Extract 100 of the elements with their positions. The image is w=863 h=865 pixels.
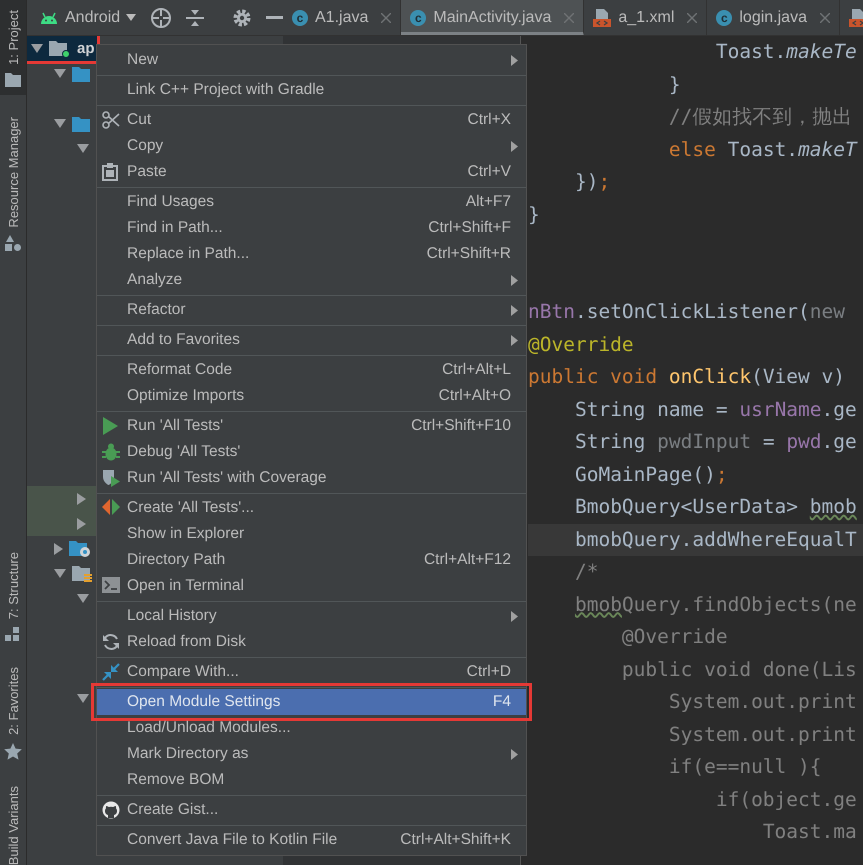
menu-item[interactable]: Run 'All Tests' with Coverage: [97, 465, 526, 491]
code-line: /*: [574, 559, 600, 585]
menu-item[interactable]: Load/Unload Modules...: [97, 715, 526, 741]
menu-item[interactable]: Optimize Imports Ctrl+Alt+O: [97, 383, 526, 409]
code-line: }: [528, 202, 541, 228]
menu-item[interactable]: Reload from Disk: [97, 629, 526, 655]
structure-icon: [5, 626, 21, 641]
minimize-icon[interactable]: [266, 16, 284, 19]
menu-item[interactable]: Cut Ctrl+X: [97, 107, 526, 133]
menu-item[interactable]: Show in Explorer: [97, 521, 526, 547]
bug-icon: [102, 443, 120, 461]
tree-row[interactable]: [27, 511, 97, 536]
tool-window-button[interactable]: 1: Project: [0, 0, 26, 95]
cat-logo-icon: [102, 801, 120, 819]
class-icon: c: [292, 10, 308, 26]
shortcut-label: Ctrl+Alt+Shift+K: [400, 831, 511, 849]
menu-item[interactable]: Open Module Settings F4: [97, 689, 526, 715]
editor-tab[interactable]: a_1.xml: [584, 0, 708, 35]
xml-file-icon: [593, 9, 612, 27]
clipboard-icon: [102, 163, 118, 181]
menu-item[interactable]: Find Usages Alt+F7: [97, 189, 526, 215]
menu-item[interactable]: Remove BOM: [97, 767, 526, 793]
editor-tab[interactable]: c MainActivity.java: [401, 0, 584, 35]
compare-arrows-icon: [102, 663, 120, 681]
menu-item[interactable]: Create 'All Tests'...: [97, 495, 526, 521]
code-line: Toast.makeTe: [714, 39, 858, 65]
folder-gear-icon: [69, 540, 91, 558]
caret-icon: [126, 14, 136, 21]
shortcut-label: F4: [492, 693, 511, 711]
shortcut-label: Ctrl+Shift+F: [428, 219, 511, 237]
close-icon[interactable]: [687, 13, 698, 23]
expand-arrow-icon[interactable]: [54, 119, 66, 128]
crosshair-icon[interactable]: [150, 6, 172, 28]
menu-item[interactable]: Add to Favorites: [97, 327, 526, 353]
view-dropdown[interactable]: Android: [39, 8, 136, 26]
menu-item[interactable]: Replace in Path... Ctrl+Shift+R: [97, 241, 526, 267]
code-line: public void onClick(View v): [528, 364, 846, 390]
menu-item[interactable]: Directory Path Ctrl+Alt+F12: [97, 547, 526, 573]
close-icon[interactable]: [381, 13, 392, 23]
menu-item[interactable]: Reformat Code Ctrl+Alt+L: [97, 357, 526, 383]
editor-tab[interactable]: c login.java: [707, 0, 840, 35]
code-line: bmobQuery.findObjects(ne: [574, 592, 858, 618]
expand-arrow-icon[interactable]: [77, 492, 86, 504]
star-icon: [4, 742, 22, 760]
expand-arrow-icon[interactable]: [31, 44, 43, 53]
android-icon: [39, 10, 59, 24]
expand-arrow-icon[interactable]: [77, 144, 89, 153]
tool-window-button[interactable]: Resource Manager: [0, 106, 26, 260]
code-line: BmobQuery<UserData> bmob: [574, 494, 858, 520]
menu-item[interactable]: Analyze: [97, 267, 526, 293]
menu-item[interactable]: Open in Terminal: [97, 573, 526, 599]
shortcut-label: Ctrl+D: [466, 663, 511, 681]
reload-icon: [102, 633, 120, 651]
close-icon[interactable]: [820, 13, 830, 23]
tree-row[interactable]: ap: [27, 36, 97, 61]
expand-arrow-icon[interactable]: [77, 694, 89, 703]
expand-arrow-icon[interactable]: [77, 518, 86, 530]
shortcut-label: Ctrl+Shift+R: [426, 245, 511, 263]
menu-item[interactable]: Compare With... Ctrl+D: [97, 659, 526, 685]
tree-row[interactable]: [27, 486, 97, 511]
menu-item[interactable]: Paste Ctrl+V: [97, 159, 526, 185]
menu-item[interactable]: Create Gist...: [97, 797, 526, 823]
menu-item[interactable]: Find in Path... Ctrl+Shift+F: [97, 215, 526, 241]
shortcut-label: Alt+F7: [466, 193, 511, 211]
shortcut-label: Ctrl+V: [468, 163, 511, 181]
tool-window-button[interactable]: 2: Favorites: [0, 666, 26, 760]
code-line: else Toast.makeT: [668, 136, 859, 162]
menu-item[interactable]: New: [97, 47, 526, 73]
menu-item[interactable]: Mark Directory as: [97, 741, 526, 767]
menu-item[interactable]: Refactor: [97, 297, 526, 323]
menu-item[interactable]: Local History: [97, 603, 526, 629]
class-icon: c: [716, 10, 732, 26]
shapes-icon: [5, 235, 21, 252]
code-line: System.out.print: [668, 689, 858, 715]
tool-window-button[interactable]: Build Variants: [0, 786, 26, 865]
menu-item[interactable]: Convert Java File to Kotlin File Ctrl+Alt+Shift+K: [97, 827, 526, 853]
code-line: @Override: [528, 332, 635, 358]
shortcut-label: Ctrl+Alt+L: [442, 361, 511, 379]
code-line: GoMainPage();: [574, 462, 729, 488]
settings-icon[interactable]: [232, 8, 252, 28]
code-line: String pwdInput = pwd.ge: [574, 429, 858, 455]
menu-item[interactable]: Run 'All Tests' Ctrl+Shift+F10: [97, 413, 526, 439]
menu-item[interactable]: Link C++ Project with Gradle: [97, 77, 526, 103]
code-line: //假如找不到，抛出: [668, 104, 854, 130]
code-line: public void done(Lis: [620, 656, 858, 682]
code-line: });: [574, 169, 612, 195]
expand-arrow-icon[interactable]: [54, 569, 66, 578]
scissors-icon: [102, 111, 120, 129]
folder-icon: [72, 66, 90, 82]
shortcut-label: Ctrl+Shift+F10: [411, 417, 511, 435]
menu-item[interactable]: Copy: [97, 133, 526, 159]
class-icon: c: [410, 10, 426, 26]
expand-arrow-icon[interactable]: [54, 542, 63, 554]
expand-arrow-icon[interactable]: [54, 69, 66, 78]
diamond-arrows-icon: [102, 499, 120, 515]
expand-arrow-icon[interactable]: [77, 594, 89, 603]
tool-window-button[interactable]: 7: Structure: [0, 552, 26, 641]
folder-icon: [72, 564, 94, 582]
collapse-icon[interactable]: [186, 8, 204, 28]
menu-item[interactable]: Debug 'All Tests': [97, 439, 526, 465]
